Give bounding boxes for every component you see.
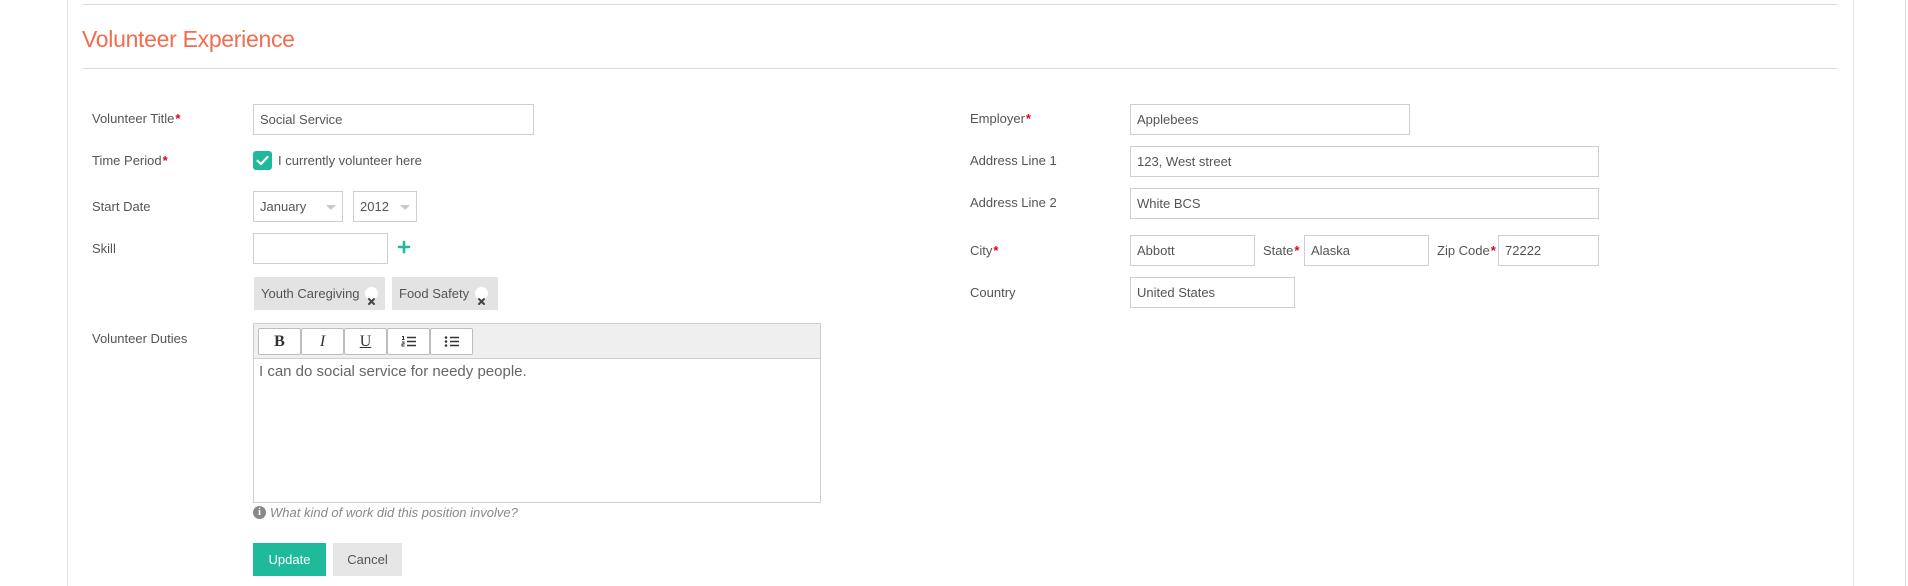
- address-line-1-input[interactable]: 123, West street: [1130, 146, 1599, 177]
- ordered-list-icon: [401, 336, 416, 347]
- duties-editor-content[interactable]: I can do social service for needy people…: [254, 359, 820, 384]
- update-button[interactable]: Update: [253, 543, 326, 576]
- section-title: Volunteer Experience: [82, 26, 295, 52]
- bullet-list-icon: [444, 336, 459, 347]
- start-month-value: January: [260, 199, 307, 214]
- panel-left-border: [67, 0, 68, 586]
- employer-label: Employer*: [970, 111, 1031, 126]
- city-input[interactable]: Abbott: [1130, 235, 1255, 266]
- info-icon: i: [253, 506, 266, 519]
- panel-right-border: [1853, 0, 1854, 586]
- country-input[interactable]: United States: [1130, 277, 1295, 308]
- currently-volunteer-label: I currently volunteer here: [278, 153, 422, 168]
- duties-help-text: i What kind of work did this position in…: [253, 505, 518, 520]
- duties-help-label: What kind of work did this position invo…: [270, 505, 518, 520]
- zip-code-label: Zip Code*: [1437, 243, 1496, 258]
- cancel-button[interactable]: Cancel: [333, 543, 402, 576]
- bullet-list-button[interactable]: [430, 328, 473, 355]
- start-year-value: 2012: [360, 199, 389, 214]
- close-icon: [478, 298, 485, 305]
- remove-tag-button[interactable]: [365, 287, 378, 305]
- add-skill-button[interactable]: [397, 240, 411, 254]
- skill-tag: Food Safety: [392, 277, 498, 310]
- start-month-select[interactable]: January: [253, 191, 343, 222]
- page-edge-border: [1905, 0, 1906, 586]
- volunteer-duties-label: Volunteer Duties: [92, 331, 188, 346]
- volunteer-title-input[interactable]: Social Service: [253, 104, 534, 135]
- editor-toolbar: B I U: [254, 324, 820, 359]
- state-input[interactable]: Alaska: [1304, 235, 1429, 266]
- address-line-1-label: Address Line 1: [970, 153, 1057, 168]
- underline-button[interactable]: U: [344, 328, 387, 355]
- top-divider: [83, 4, 1837, 5]
- chevron-down-icon: [326, 205, 336, 210]
- skill-tag-label: Food Safety: [399, 286, 470, 301]
- city-label: City*: [970, 243, 999, 258]
- remove-tag-button[interactable]: [475, 287, 488, 305]
- employer-input[interactable]: Applebees: [1130, 104, 1410, 135]
- duties-rich-text-editor: B I U I can do social service for needy …: [253, 323, 821, 503]
- skill-input[interactable]: [253, 233, 388, 264]
- state-label: State*: [1263, 243, 1300, 258]
- start-date-label: Start Date: [92, 199, 151, 214]
- section-divider: [83, 68, 1837, 69]
- address-line-2-label: Address Line 2: [970, 195, 1057, 210]
- checkmark-icon: [256, 155, 269, 166]
- skill-tag: Youth Caregiving: [254, 277, 385, 310]
- skill-tag-label: Youth Caregiving: [261, 286, 360, 301]
- bold-button[interactable]: B: [258, 328, 301, 355]
- italic-button[interactable]: I: [301, 328, 344, 355]
- chevron-down-icon: [400, 205, 410, 210]
- volunteer-title-label: Volunteer Title*: [92, 111, 181, 126]
- address-line-2-input[interactable]: White BCS: [1130, 188, 1599, 219]
- skill-label: Skill: [92, 241, 116, 256]
- close-icon: [368, 298, 375, 305]
- ordered-list-button[interactable]: [387, 328, 430, 355]
- start-year-select[interactable]: 2012: [353, 191, 417, 222]
- currently-volunteer-checkbox[interactable]: [253, 151, 272, 170]
- country-label: Country: [970, 285, 1016, 300]
- time-period-label: Time Period*: [92, 153, 168, 168]
- zip-code-input[interactable]: 72222: [1498, 235, 1599, 266]
- plus-icon: [397, 240, 411, 254]
